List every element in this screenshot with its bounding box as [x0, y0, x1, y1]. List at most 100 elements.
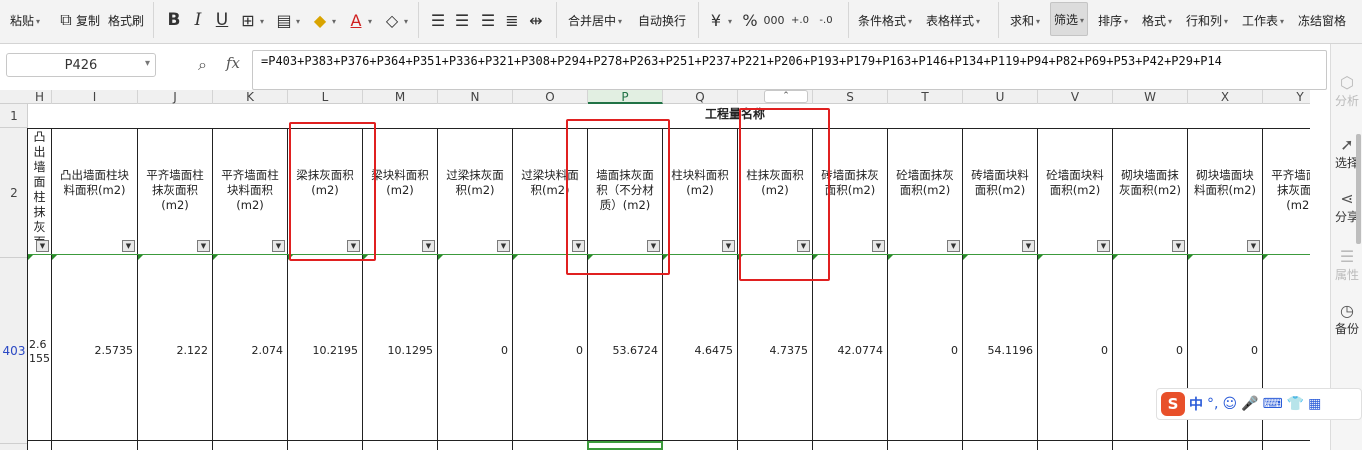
column-header-14[interactable]: V — [1038, 90, 1113, 104]
cell-value[interactable]: 54.1196 — [965, 344, 1034, 357]
column-header-11[interactable]: S — [813, 90, 888, 104]
bold-button[interactable]: B — [164, 0, 184, 40]
backup-button[interactable]: ◷ 备份 — [1331, 302, 1362, 337]
column-title-cell[interactable]: 柱块料面积(m2) — [666, 168, 734, 198]
row-header-403[interactable]: 403 — [0, 258, 28, 444]
cell-value[interactable]: 0 — [890, 344, 958, 357]
cell-value[interactable]: 0 — [1115, 344, 1183, 357]
collapse-formula-button[interactable]: ⌃ — [764, 90, 808, 103]
filter-dropdown-icon[interactable]: ▼ — [422, 240, 435, 252]
name-box[interactable]: P426 ▾ — [6, 53, 156, 77]
fill-color-button[interactable]: ◆ — [310, 0, 336, 40]
column-title-cell[interactable]: 砌块墙面抹灰面积(m2) — [1116, 168, 1184, 198]
worksheet-button[interactable]: 工作表 — [1242, 0, 1284, 40]
apps-grid-icon[interactable]: ▦ — [1308, 396, 1321, 412]
align-center-button[interactable]: ☰ — [452, 0, 472, 40]
column-title-cell[interactable]: 平齐墙面柱抹灰面积(m2) — [141, 168, 209, 213]
column-title-cell[interactable]: 砌块墙面块料面积(m2) — [1191, 168, 1259, 198]
cell-value[interactable]: 10.1295 — [365, 344, 434, 357]
cell-value[interactable]: 2.6155 — [29, 338, 51, 366]
align-left-button[interactable]: ☰ — [428, 0, 448, 40]
underline-button[interactable]: U — [212, 0, 232, 40]
formula-input[interactable]: =P403+P383+P376+P364+P351+P336+P321+P308… — [252, 50, 1327, 90]
column-title-cell[interactable]: 砼墙面抹灰面积(m2) — [891, 168, 959, 198]
cell-value[interactable]: 10.2195 — [290, 344, 359, 357]
font-color-button[interactable]: A — [346, 0, 372, 40]
zoom-icon[interactable]: ⌕ — [198, 55, 207, 75]
table-style-button[interactable]: 表格样式 — [926, 0, 980, 40]
cell-value[interactable]: 0 — [440, 344, 508, 357]
column-title-cell[interactable]: 平齐墙面柱块料面积(m2) — [216, 168, 284, 213]
filter-dropdown-icon[interactable]: ▼ — [1172, 240, 1185, 252]
format-painter-button[interactable]: 格式刷 — [108, 0, 144, 40]
column-header-16[interactable]: X — [1188, 90, 1263, 104]
filter-dropdown-icon[interactable]: ▼ — [1247, 240, 1260, 252]
cell-value[interactable]: 0 — [1190, 344, 1258, 357]
cell-value[interactable]: 53.6724 — [590, 344, 659, 357]
column-header-17[interactable]: Y — [1263, 90, 1310, 104]
justify-button[interactable]: ≣ — [502, 0, 522, 40]
cell-value[interactable]: 5. — [1265, 344, 1310, 357]
sum-button[interactable]: 求和 — [1010, 0, 1040, 40]
cell-value[interactable]: 0 — [1040, 344, 1108, 357]
filter-dropdown-icon[interactable]: ▼ — [197, 240, 210, 252]
thousands-button[interactable]: 000 — [764, 0, 785, 40]
column-title-cell[interactable]: 过梁抹灰面积(m2) — [441, 168, 509, 198]
freeze-panes-button[interactable]: 冻结窗格 — [1298, 0, 1346, 40]
ime-language-toggle[interactable]: 中 — [1189, 394, 1203, 414]
chevron-down-icon[interactable]: ▾ — [145, 58, 150, 69]
column-header-7[interactable]: O — [513, 90, 588, 104]
align-right-button[interactable]: ☰ — [478, 0, 498, 40]
cell-style-button[interactable]: ▤ — [274, 0, 300, 40]
column-title-cell[interactable]: 梁块料面积(m2) — [366, 168, 434, 198]
filter-dropdown-icon[interactable]: ▼ — [1097, 240, 1110, 252]
row-header-1[interactable]: 1 — [0, 104, 28, 128]
merge-center-button[interactable]: 合并居中 — [568, 0, 622, 40]
cell-value[interactable]: 2.122 — [140, 344, 209, 357]
column-header-6[interactable]: N — [438, 90, 513, 104]
sogou-logo-icon[interactable]: S — [1161, 392, 1185, 416]
filter-button[interactable]: 筛选 — [1050, 2, 1089, 36]
sort-button[interactable]: 排序 — [1098, 0, 1128, 40]
column-header-12[interactable]: T — [888, 90, 963, 104]
column-header-2[interactable]: J — [138, 90, 213, 104]
punctuation-icon[interactable]: °, — [1207, 396, 1218, 412]
column-header-4[interactable]: L — [288, 90, 363, 104]
copy-button[interactable]: ⧉ 复制 — [56, 0, 100, 40]
filter-dropdown-icon[interactable]: ▼ — [272, 240, 285, 252]
column-header-8[interactable]: P — [588, 90, 663, 104]
percent-button[interactable]: % — [740, 0, 760, 40]
conditional-format-button[interactable]: 条件格式 — [858, 0, 912, 40]
column-header-15[interactable]: W — [1113, 90, 1188, 104]
cell-value[interactable]: 2.074 — [215, 344, 284, 357]
cell-value[interactable]: 2.5735 — [54, 344, 134, 357]
column-header-9[interactable]: Q — [663, 90, 738, 104]
fx-icon[interactable]: fx — [226, 54, 240, 72]
currency-button[interactable]: ¥ — [706, 0, 732, 40]
increase-decimal-button[interactable]: +.0 — [790, 0, 810, 40]
filter-dropdown-icon[interactable]: ▼ — [947, 240, 960, 252]
column-header-1[interactable]: I — [52, 90, 138, 104]
microphone-icon[interactable]: 🎤 — [1241, 396, 1258, 412]
filter-dropdown-icon[interactable]: ▼ — [36, 240, 49, 252]
filter-dropdown-icon[interactable]: ▼ — [1022, 240, 1035, 252]
column-title-cell[interactable]: 凸出墙面柱块料面积(m2) — [55, 168, 134, 198]
filter-dropdown-icon[interactable]: ▼ — [122, 240, 135, 252]
filter-dropdown-icon[interactable]: ▼ — [722, 240, 735, 252]
panel-scrollbar[interactable] — [1356, 134, 1361, 244]
row-header-2[interactable]: 2 — [0, 128, 28, 258]
column-title-cell[interactable]: 凸出墙面柱抹灰面 — [29, 130, 50, 240]
column-header-13[interactable]: U — [963, 90, 1038, 104]
column-title-cell[interactable]: 砼墙面块料面积(m2) — [1041, 168, 1109, 198]
cell-value[interactable]: 0 — [515, 344, 583, 357]
cell-value[interactable]: 42.0774 — [815, 344, 884, 357]
column-header-0[interactable]: H — [28, 90, 52, 104]
emoji-icon[interactable]: ☺ — [1222, 396, 1237, 412]
keyboard-icon[interactable]: ⌨ — [1263, 396, 1283, 412]
decrease-decimal-button[interactable]: -.0 — [816, 0, 836, 40]
paste-button[interactable]: 粘贴 — [10, 0, 40, 40]
clear-button[interactable]: ◇ — [382, 0, 408, 40]
analysis-button[interactable]: ⬡ 分析 — [1331, 74, 1362, 109]
column-header-5[interactable]: M — [363, 90, 438, 104]
border-button[interactable]: ⊞ — [238, 0, 264, 40]
